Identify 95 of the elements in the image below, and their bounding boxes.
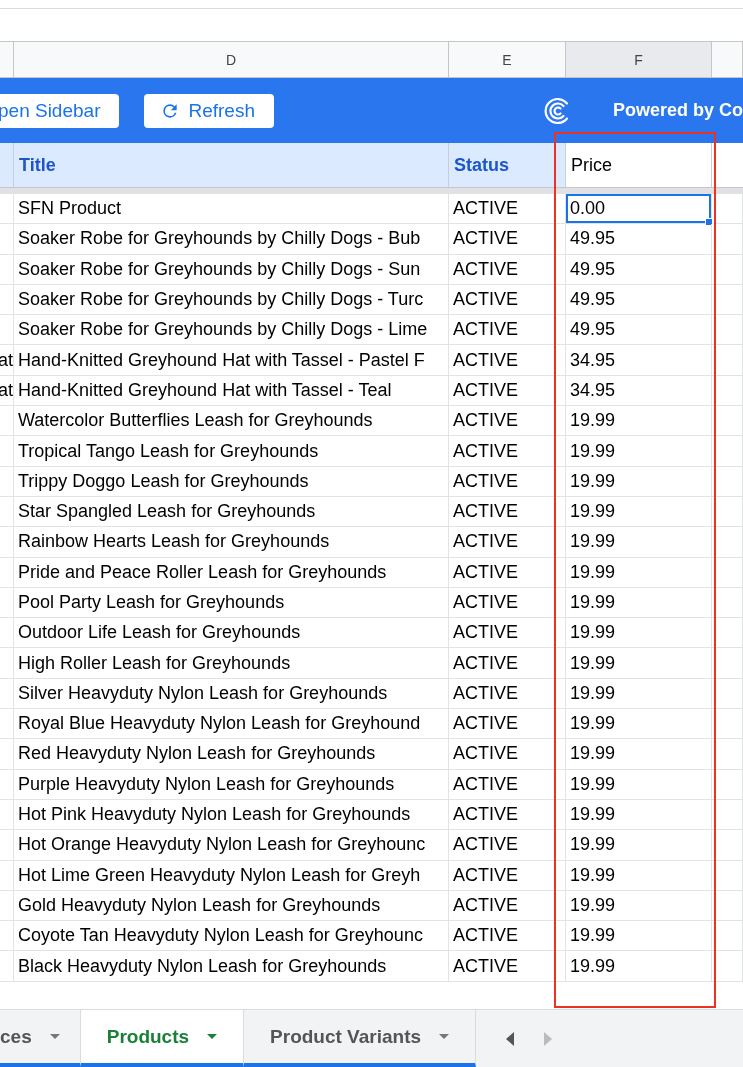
table-cell: ACTIVE <box>449 648 566 678</box>
table-cell: ACTIVE <box>449 224 566 254</box>
sheet-tab[interactable]: Product Variants <box>244 1010 477 1067</box>
table-cell[interactable]: 34.95 <box>566 375 712 406</box>
table-cell: Star Spangled Leash for Greyhounds <box>14 496 449 527</box>
column-header[interactable]: F <box>566 42 712 77</box>
table-cell[interactable]: 19.99 <box>566 860 712 890</box>
table-cell: ACTIVE <box>449 194 566 224</box>
table-cell[interactable]: 19.99 <box>566 830 712 860</box>
table-cell[interactable]: 19.99 <box>566 527 712 557</box>
table-cell: Soaker Robe for Greyhounds by Chilly Dogs - Lime <box>14 315 449 345</box>
table-cell: ACTIVE <box>449 618 566 648</box>
column-heading: Title <box>14 143 449 187</box>
table-cell[interactable]: 19.99 <box>566 496 712 527</box>
powered-by-text: Powered by Co <box>612 100 743 121</box>
table-cell: Soaker Robe for Greyhounds by Chilly Dogs - Bub <box>14 224 449 254</box>
left-arrow-icon[interactable] <box>506 1031 515 1046</box>
table-cell[interactable]: 49.95 <box>566 254 712 284</box>
table-cell[interactable]: 19.99 <box>566 436 712 466</box>
sheet-tab[interactable]: Products <box>80 1010 245 1067</box>
table-cell: Purple Heavyduty Nylon Leash for Greyhounds <box>14 769 449 799</box>
table-cell: ACTIVE <box>449 436 566 466</box>
caret-icon <box>49 1033 60 1040</box>
caret-icon <box>439 1033 450 1040</box>
sheet-tab[interactable]: ces <box>0 1010 81 1067</box>
table-cell: ACTIVE <box>449 254 566 284</box>
table-cell[interactable]: 0.00 <box>566 194 712 224</box>
table-cell[interactable]: 49.95 <box>566 224 712 254</box>
table-cell: ACTIVE <box>449 860 566 890</box>
table-cell: ACTIVE <box>449 830 566 860</box>
table-cell: Hot Lime Green Heavyduty Nylon Leash for Greyh <box>14 860 449 890</box>
table-cell: ACTIVE <box>449 739 566 769</box>
table-cell[interactable]: 19.99 <box>566 618 712 648</box>
table-cell[interactable]: 49.95 <box>566 284 712 315</box>
table-cell: Hot Orange Heavyduty Nylon Leash for Greyhounc <box>14 830 449 860</box>
table-cell: ACTIVE <box>449 375 566 406</box>
table-cell: ACTIVE <box>449 951 566 981</box>
table-cell: Rainbow Hearts Leash for Greyhounds <box>14 527 449 557</box>
table-cell: ACTIVE <box>449 709 566 739</box>
table-cell[interactable]: 19.99 <box>566 951 712 981</box>
table-cell[interactable]: 19.99 <box>566 648 712 678</box>
table-cell[interactable]: 19.99 <box>566 890 712 921</box>
table-cell: Tropical Tango Leash for Greyhounds <box>14 436 449 466</box>
table-cell: Pool Party Leash for Greyhounds <box>14 587 449 618</box>
caret-icon <box>207 1033 218 1040</box>
table-cell[interactable]: 19.99 <box>566 709 712 739</box>
table-cell: ACTIVE <box>449 466 566 496</box>
table-cell: ACTIVE <box>449 587 566 618</box>
table-cell: ACTIVE <box>449 345 566 375</box>
table-cell: Black Heavyduty Nylon Leash for Greyhounds <box>14 951 449 981</box>
column-header[interactable]: D <box>14 42 449 77</box>
table-cell: ACTIVE <box>449 284 566 315</box>
table-cell: Hand-Knitted Greyhound Hat with Tassel - Teal <box>14 375 449 406</box>
open-sidebar-button[interactable]: pen Sidebar <box>0 93 120 128</box>
empty-cell <box>712 143 743 187</box>
table-cell[interactable]: 49.95 <box>566 315 712 345</box>
table-cell: ACTIVE <box>449 315 566 345</box>
table-cell: Hand-Knitted Greyhound Hat with Tassel - Pastel F <box>14 345 449 375</box>
table-cell[interactable]: 19.99 <box>566 799 712 830</box>
table-cell[interactable]: 19.99 <box>566 739 712 769</box>
table-cell[interactable]: 34.95 <box>566 345 712 375</box>
table-cell: Pride and Peace Roller Leash for Greyhounds <box>14 557 449 587</box>
table-cell: Trippy Doggo Leash for Greyhounds <box>14 466 449 496</box>
table-cell: ACTIVE <box>449 406 566 436</box>
table-cell[interactable]: 19.99 <box>566 466 712 496</box>
formula-bar[interactable] <box>0 8 743 42</box>
table-cell: ACTIVE <box>449 799 566 830</box>
table-cell: High Roller Leash for Greyhounds <box>14 648 449 678</box>
table-cell: Soaker Robe for Greyhounds by Chilly Dogs - Sun <box>14 254 449 284</box>
table-cell: ACTIVE <box>449 557 566 587</box>
table-cell[interactable]: 19.99 <box>566 678 712 709</box>
table-cell: Watercolor Butterflies Leash for Greyhounds <box>14 406 449 436</box>
table-cell: ACTIVE <box>449 921 566 951</box>
refresh-button[interactable]: Refresh <box>144 93 274 128</box>
table-cell[interactable]: 19.99 <box>566 587 712 618</box>
table-cell: ACTIVE <box>449 496 566 527</box>
table-cell[interactable]: 19.99 <box>566 406 712 436</box>
table-cell: Red Heavyduty Nylon Leash for Greyhounds <box>14 739 449 769</box>
table-cell: ACTIVE <box>449 769 566 799</box>
table-cell[interactable]: 19.99 <box>566 557 712 587</box>
table-cell: Coyote Tan Heavyduty Nylon Leash for Greyhounc <box>14 921 449 951</box>
table-cell: ACTIVE <box>449 527 566 557</box>
table-cell: Royal Blue Heavyduty Nylon Leash for Greyhound <box>14 709 449 739</box>
table-cell[interactable]: 19.99 <box>566 921 712 951</box>
table-cell: Outdoor Life Leash for Greyhounds <box>14 618 449 648</box>
table-cell: Silver Heavyduty Nylon Leash for Greyhounds <box>14 678 449 709</box>
table-cell: ACTIVE <box>449 678 566 709</box>
fill-handle[interactable] <box>705 218 713 227</box>
table-cell: Gold Heavyduty Nylon Leash for Greyhounds <box>14 890 449 921</box>
table-cell[interactable]: 19.99 <box>566 769 712 799</box>
table-cell: Hot Pink Heavyduty Nylon Leash for Greyhounds <box>14 799 449 830</box>
column-heading: Price <box>566 143 712 187</box>
table-cell: Soaker Robe for Greyhounds by Chilly Dogs - Turc <box>14 284 449 315</box>
table-cell: ACTIVE <box>449 890 566 921</box>
table-cell: SFN Product <box>14 194 449 224</box>
